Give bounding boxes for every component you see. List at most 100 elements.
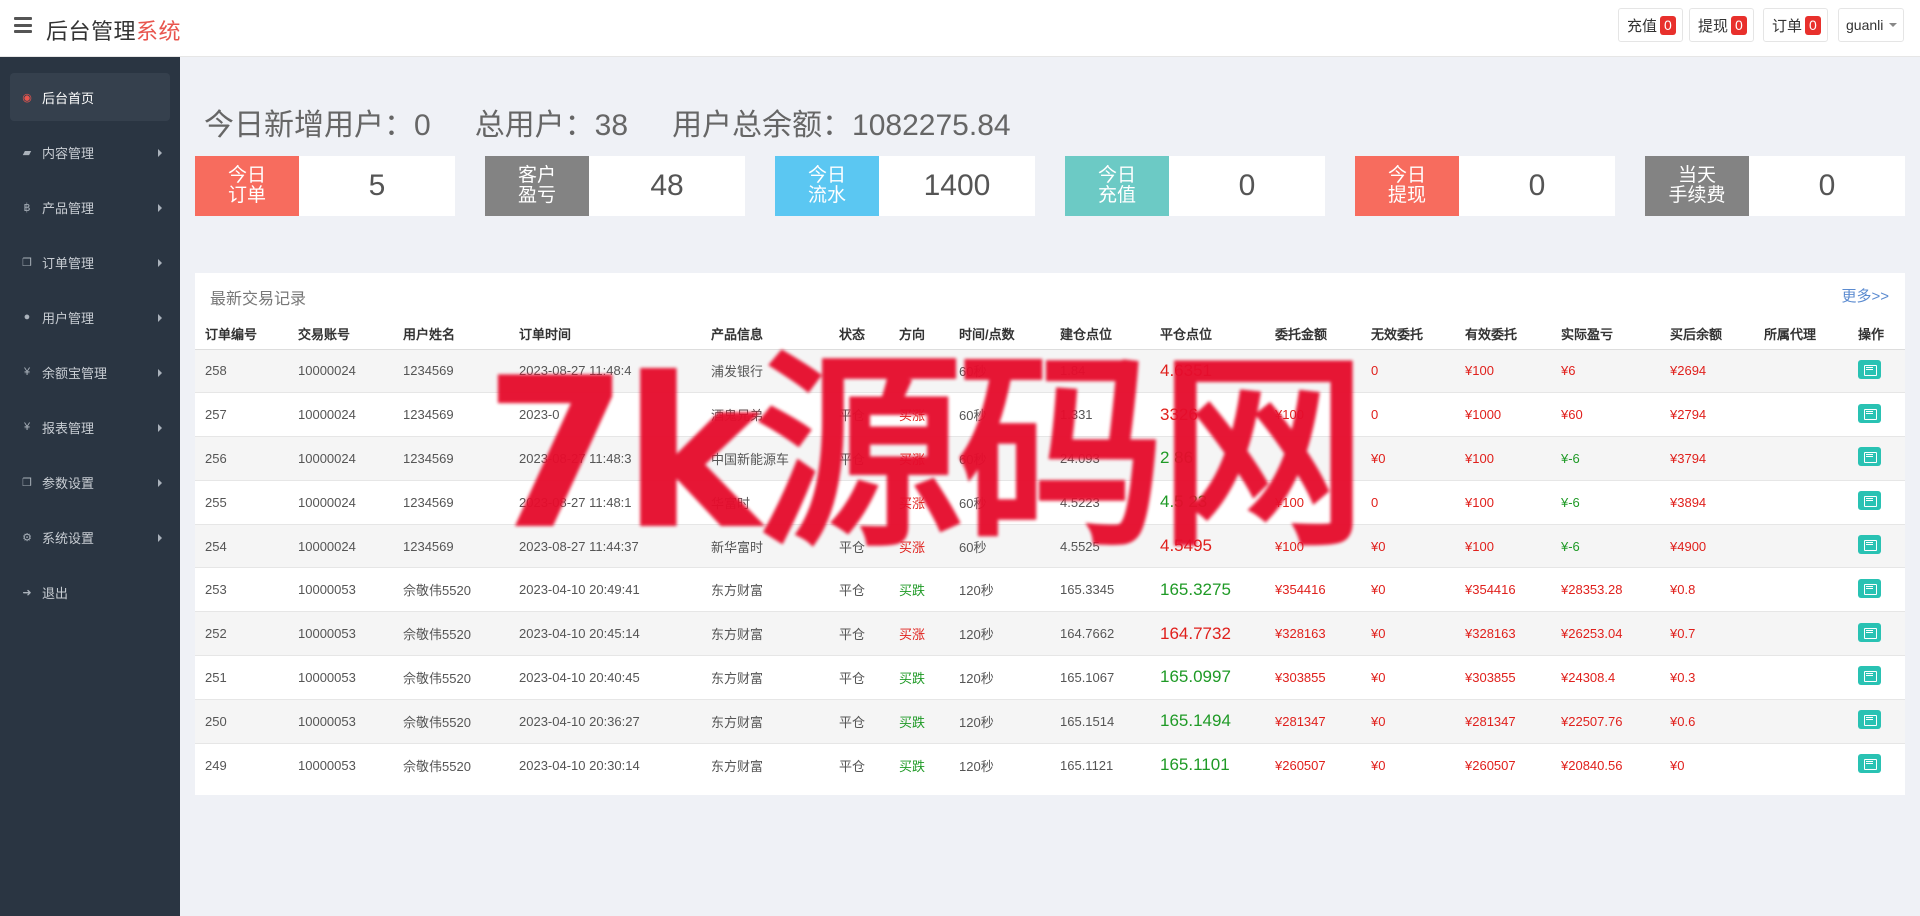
valid-amount-cell: ¥328163 [1455,611,1551,656]
order-id-cell: 253 [195,567,288,612]
sidebar-item-content[interactable]: ▰ 内容管理 [10,128,170,176]
orders-button[interactable]: 订单 0 [1763,8,1828,42]
sidebar-item-logout[interactable]: ➜ 退出 [10,568,170,616]
order-id-cell: 257 [195,392,288,437]
order-amount-cell: ¥100 [1265,392,1361,437]
valid-amount-cell: ¥260507 [1455,742,1551,787]
agent-cell [1754,436,1848,481]
operation-cell [1848,523,1905,568]
table-row: 256 10000024 1234569 2023-08-27 11:48:3 中国新能… [195,436,1905,481]
direction-cell: 买跌 [889,742,949,787]
view-detail-button[interactable] [1858,359,1881,379]
sidebar-item-label: 订单管理 [42,255,95,271]
period-cell: 60秒 [949,392,1050,437]
invalid-amount-cell: 0 [1361,479,1455,525]
status-cell: 平仓 [829,567,889,612]
user-name-cell: 佘敬伟5520 [393,611,509,656]
status-cell: 平仓 [829,523,889,568]
open-price-cell: 165.1121 [1050,742,1150,787]
product-cell: 新华富时 [701,523,829,568]
pnl-cell: ¥26253.04 [1551,611,1660,656]
column-header: 建仓点位 [1050,319,1150,350]
trades-table: 订单编号 交易账号 用户姓名 订单时间 产品信息 状态 方向 时间/点数 建仓点位 平仓点位 委托金… [195,319,1905,787]
order-time-cell: 2023-04-10 20:30:14 [509,742,701,787]
sidebar-item-products[interactable]: ฿ 产品管理 [10,183,170,231]
open-price-cell: 4.5223 [1050,479,1150,525]
account-cell: 10000053 [288,655,393,700]
user-name-cell: 佘敬伟5520 [393,567,509,612]
column-header: 方向 [889,319,949,350]
sidebar-item-orders[interactable]: ❐ 订单管理 [10,238,170,286]
agent-cell [1754,523,1848,568]
brand-accent: 系统 [136,19,182,44]
sidebar: ◉ 后台首页 ▰ 内容管理 ฿ 产品管理 ❐ 订单管理 ● 用户管理 ¥ 余额宝管理 ¥ 报表… [0,57,180,916]
card-label: 今日 流水 [775,156,879,216]
view-detail-button[interactable] [1858,710,1881,730]
balance-cell: ¥3894 [1660,479,1754,525]
invalid-amount-cell: ¥0 [1361,523,1455,568]
operation-cell [1848,436,1905,481]
direction-cell: 买涨 [889,479,949,525]
open-price-cell: 1.84 [1050,348,1150,393]
card-value: 5 [368,169,386,202]
valid-amount-cell: ¥303855 [1455,655,1551,700]
product-cell: 中国新能源车 [701,436,829,481]
sign-out-icon: ➜ [22,586,32,599]
chevron-right-icon [158,259,162,267]
chevron-right-icon [158,534,162,542]
order-id-cell: 251 [195,655,288,700]
account-cell: 10000053 [288,567,393,612]
status-cell: 平仓 [829,436,889,481]
agent-cell [1754,479,1848,525]
status-cell: 平仓 [829,655,889,700]
more-link[interactable]: 更多>> [1841,285,1889,306]
recharge-button[interactable]: 充值 0 [1618,8,1683,42]
sidebar-item-home[interactable]: ◉ 后台首页 [10,73,170,121]
order-amount-cell [1265,348,1361,393]
sidebar-item-system[interactable]: ⚙ 系统设置 [10,513,170,561]
sidebar-item-parameters[interactable]: ❐ 参数设置 [10,458,170,506]
product-cell: 东方财富 [701,567,829,612]
column-header: 交易账号 [288,319,393,350]
user-name-cell: 1234569 [393,523,509,568]
view-detail-button[interactable] [1858,622,1881,642]
close-price-cell: 4.6351 [1150,348,1265,393]
menu-toggle-icon[interactable] [14,17,32,33]
order-id-cell: 258 [195,348,288,393]
username: guanli [1846,17,1884,33]
sidebar-item-reports[interactable]: ¥ 报表管理 [10,403,170,451]
operation-cell [1848,742,1905,787]
summary-stats: 今日新增用户：0 总用户：38 用户总余额：1082275.84 [204,100,1055,144]
view-detail-button[interactable] [1858,447,1881,467]
view-detail-button[interactable] [1858,666,1881,686]
period-cell: 120秒 [949,611,1050,656]
user-name-cell: 佘敬伟5520 [393,698,509,744]
operation-cell [1848,392,1905,437]
user-dropdown[interactable]: guanli [1838,8,1904,42]
period-cell: 120秒 [949,698,1050,744]
view-detail-button[interactable] [1858,754,1881,774]
top-header: 后台管理系统 充值 0 提现 0 订单 0 guanli [0,0,1920,57]
table-row: 249 10000053 佘敬伟5520 2023-04-10 20:30:14 东方财… [195,742,1905,787]
valid-amount-cell: ¥354416 [1455,567,1551,612]
user-name-cell: 1234569 [393,392,509,437]
sidebar-item-label: 参数设置 [42,475,95,491]
operation-cell [1848,567,1905,612]
total-balance-stat: 用户总余额：1082275.84 [672,109,1011,142]
view-detail-button[interactable] [1858,578,1881,598]
withdraw-button[interactable]: 提现 0 [1689,8,1754,42]
column-header: 委托金额 [1265,319,1361,350]
view-detail-button[interactable] [1858,491,1881,511]
chevron-right-icon [158,369,162,377]
column-header: 时间/点数 [949,319,1050,350]
chevron-right-icon [158,479,162,487]
view-detail-button[interactable] [1858,403,1881,423]
balance-cell: ¥0.3 [1660,655,1754,700]
invalid-amount-cell: ¥0 [1361,611,1455,656]
sidebar-item-users[interactable]: ● 用户管理 [10,293,170,341]
product-cell: 东方财富 [701,611,829,656]
view-detail-button[interactable] [1858,535,1881,555]
sidebar-item-balance-treasure[interactable]: ¥ 余额宝管理 [10,348,170,396]
open-price-cell: 165.3345 [1050,567,1150,612]
caret-down-icon [1889,23,1898,27]
